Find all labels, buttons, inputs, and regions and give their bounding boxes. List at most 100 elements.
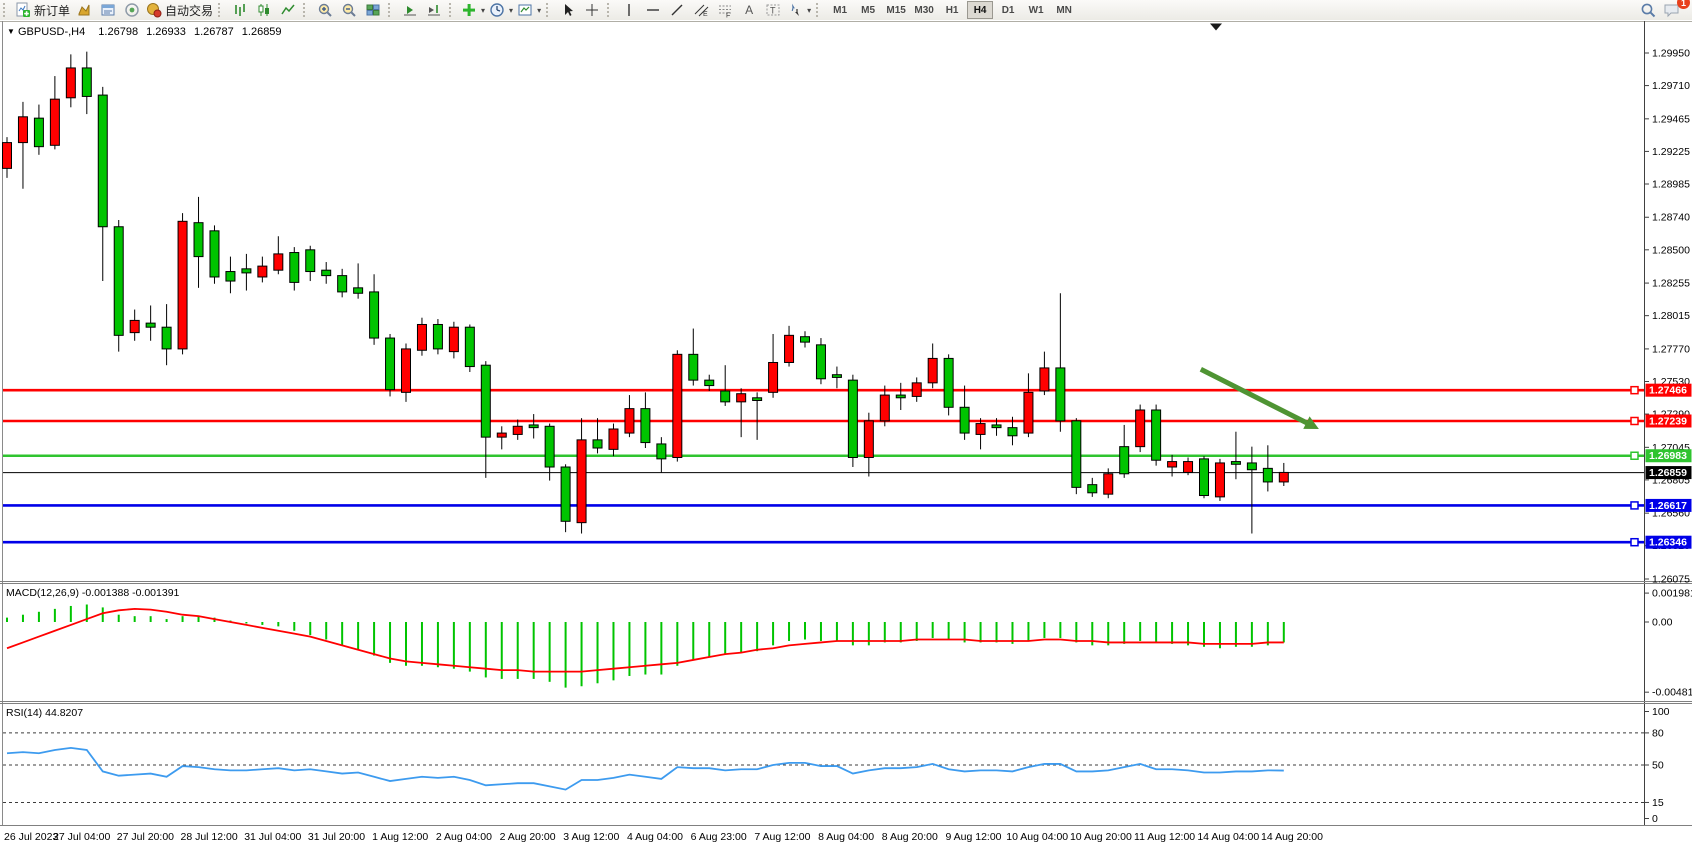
timeframe-button-w1[interactable]: W1 <box>1023 1 1049 19</box>
autotrading-label: 自动交易 <box>165 2 213 19</box>
market-watch-button[interactable] <box>72 1 96 19</box>
rsi-axis-label: 50 <box>1652 760 1664 772</box>
horizontal-line-button[interactable] <box>641 1 665 19</box>
candle <box>465 324 474 372</box>
crosshair-icon <box>584 2 600 18</box>
price-axis-label: 1.29710 <box>1652 80 1690 92</box>
candle <box>114 220 123 352</box>
bar-chart-icon <box>232 2 248 18</box>
time-axis-label: 26 Jul 2023 <box>4 831 58 843</box>
notifications-button[interactable]: 1 <box>1660 1 1684 19</box>
toolbar-grip[interactable] <box>816 3 823 17</box>
timeframe-button-m15[interactable]: M15 <box>883 1 909 19</box>
navigator-button[interactable] <box>120 1 144 19</box>
vertical-line-icon <box>621 2 637 18</box>
new-order-button[interactable]: 新订单 <box>13 1 72 19</box>
fibonacci-button[interactable]: F <box>713 1 737 19</box>
toolbar-grip[interactable] <box>303 3 310 17</box>
equidistant-channel-button[interactable]: E <box>689 1 713 19</box>
time-axis-label: 11 Aug 12:00 <box>1134 831 1195 843</box>
candle <box>386 334 395 396</box>
data-window-icon <box>100 2 116 18</box>
svg-text:1.27466: 1.27466 <box>1649 385 1687 397</box>
chart-canvas[interactable]: 1.299501.297101.294651.292251.289851.287… <box>0 20 1692 849</box>
svg-text:1.26983: 1.26983 <box>1649 450 1687 462</box>
text-icon: A <box>745 3 753 17</box>
candle <box>210 225 219 283</box>
indicators-button[interactable]: ▾ <box>459 1 487 19</box>
macd-value-main: -0.001388 <box>82 587 129 599</box>
rsi-name: RSI(14) <box>6 707 42 719</box>
svg-text:1.27239: 1.27239 <box>1649 415 1687 427</box>
candle <box>1215 459 1224 501</box>
macd-axis-label: 0.00 <box>1652 617 1673 629</box>
crosshair-button[interactable] <box>580 1 604 19</box>
text-button[interactable]: A <box>737 1 761 19</box>
expander-triangle-icon[interactable]: ▼ <box>7 27 15 36</box>
timeframe-button-d1[interactable]: D1 <box>995 1 1021 19</box>
candlestick-chart-button[interactable] <box>252 1 276 19</box>
arrows-button[interactable]: ▾ <box>785 1 813 19</box>
vertical-line-button[interactable] <box>617 1 641 19</box>
bar-chart-button[interactable] <box>228 1 252 19</box>
toolbar-grip[interactable] <box>388 3 395 17</box>
price-axis-label: 1.28015 <box>1652 310 1690 322</box>
macd-axis-label: 0.001981 <box>1652 588 1692 600</box>
chevron-down-icon: ▾ <box>481 6 485 15</box>
ohlc-high: 1.26933 <box>146 26 186 38</box>
data-window-button[interactable] <box>96 1 120 19</box>
timeframe-button-m30[interactable]: M30 <box>911 1 937 19</box>
candle <box>1200 456 1209 498</box>
chevron-down-icon: ▾ <box>807 6 811 15</box>
toolbar-grip[interactable] <box>218 3 225 17</box>
time-axis-label: 3 Aug 12:00 <box>563 831 619 843</box>
ohlc-low: 1.26787 <box>194 26 234 38</box>
auto-scroll-button[interactable] <box>398 1 422 19</box>
time-axis-label: 28 Jul 12:00 <box>180 831 237 843</box>
timeframe-button-h1[interactable]: H1 <box>939 1 965 19</box>
templates-button[interactable]: ▾ <box>515 1 543 19</box>
timeframe-button-h4[interactable]: H4 <box>967 1 993 19</box>
time-axis-label: 2 Aug 04:00 <box>436 831 492 843</box>
zoom-in-button[interactable] <box>313 1 337 19</box>
line-chart-button[interactable] <box>276 1 300 19</box>
toolbar-grip[interactable] <box>546 3 553 17</box>
time-axis-label: 7 Aug 12:00 <box>754 831 810 843</box>
autotrading-button[interactable]: 自动交易 <box>144 1 215 19</box>
new-order-icon <box>15 2 31 18</box>
time-axis-label: 14 Aug 04:00 <box>1197 831 1259 843</box>
search-button[interactable] <box>1636 1 1660 19</box>
periods-button[interactable]: ▾ <box>487 1 515 19</box>
time-axis-label: 27 Jul 04:00 <box>53 831 110 843</box>
arrows-icon <box>787 2 803 18</box>
chart-shift-button[interactable] <box>422 1 446 19</box>
time-axis-label: 31 Jul 04:00 <box>244 831 301 843</box>
zoom-in-icon <box>317 2 333 18</box>
notification-badge: 1 <box>1677 0 1690 9</box>
rsi-axis-label: 80 <box>1652 727 1664 739</box>
toolbar-grip[interactable] <box>449 3 456 17</box>
chart-title: ▼ GBPUSD-,H4 1.26798 1.26933 1.26787 1.2… <box>7 26 287 38</box>
toolbar-grip[interactable] <box>3 3 10 17</box>
timeframe-button-m5[interactable]: M5 <box>855 1 881 19</box>
timeframe-button-mn[interactable]: MN <box>1051 1 1077 19</box>
zoom-out-button[interactable] <box>337 1 361 19</box>
timeframe-button-m1[interactable]: M1 <box>827 1 853 19</box>
time-axis-label: 10 Aug 20:00 <box>1070 831 1132 843</box>
cursor-button[interactable] <box>556 1 580 19</box>
trendline-button[interactable] <box>665 1 689 19</box>
tile-windows-button[interactable] <box>361 1 385 19</box>
rsi-axis-label: 0 <box>1652 813 1658 825</box>
text-label-button[interactable]: T <box>761 1 785 19</box>
time-axis-label: 4 Aug 04:00 <box>627 831 683 843</box>
toolbar-grip[interactable] <box>607 3 614 17</box>
svg-text:E: E <box>703 11 708 18</box>
time-axis: 26 Jul 202327 Jul 04:0027 Jul 20:0028 Ju… <box>4 831 1323 843</box>
cursor-icon <box>560 2 576 18</box>
price-axis-label: 1.26075 <box>1652 573 1690 585</box>
price-tag: 1.26859 <box>1646 466 1692 479</box>
text-label-icon: T <box>765 2 781 18</box>
market-watch-icon <box>76 2 92 18</box>
chevron-down-icon: ▾ <box>509 6 513 15</box>
mt4-window: 新订单 自动交易 <box>0 0 1692 849</box>
